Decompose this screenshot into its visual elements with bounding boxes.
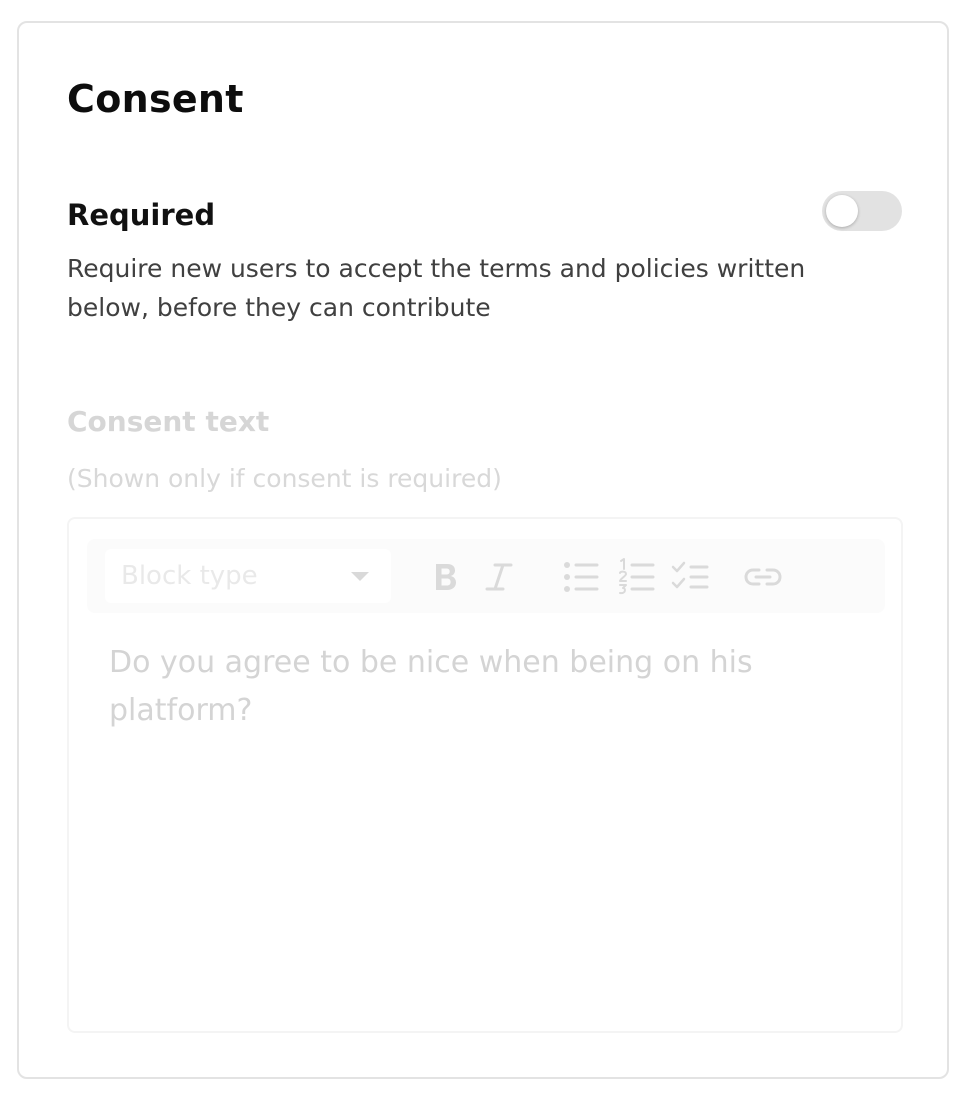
consent-text-hint: (Shown only if consent is required) — [67, 464, 502, 493]
consent-text-label: Consent text — [67, 405, 270, 438]
checklist-button[interactable] — [669, 557, 713, 597]
italic-button[interactable] — [477, 557, 521, 597]
consent-card: Consent Required Require new users to ac… — [17, 21, 949, 1079]
chevron-down-icon — [351, 572, 369, 581]
required-toggle[interactable] — [822, 191, 902, 231]
bold-icon — [436, 564, 456, 590]
block-type-placeholder: Block type — [121, 561, 258, 591]
block-type-select[interactable]: Block type — [105, 549, 391, 603]
numbered-list-icon — [619, 558, 655, 595]
numbered-list-button[interactable] — [615, 557, 659, 597]
toggle-knob — [826, 195, 858, 227]
editor-toolbar: Block type — [87, 539, 885, 613]
link-button[interactable] — [741, 557, 785, 597]
required-description: Require new users to accept the terms an… — [67, 254, 806, 322]
bullet-list-icon — [564, 562, 599, 592]
checklist-icon — [671, 561, 709, 589]
link-icon — [744, 568, 782, 586]
required-label: Required — [67, 198, 216, 232]
italic-icon — [485, 563, 513, 591]
section-title: Consent — [67, 77, 244, 121]
consent-text-content[interactable]: Do you agree to be nice when being on hi… — [109, 639, 869, 735]
consent-text-editor: Block type Do you agree to be nice when … — [67, 517, 903, 1033]
bold-button[interactable] — [423, 557, 467, 597]
bullet-list-button[interactable] — [559, 557, 603, 597]
